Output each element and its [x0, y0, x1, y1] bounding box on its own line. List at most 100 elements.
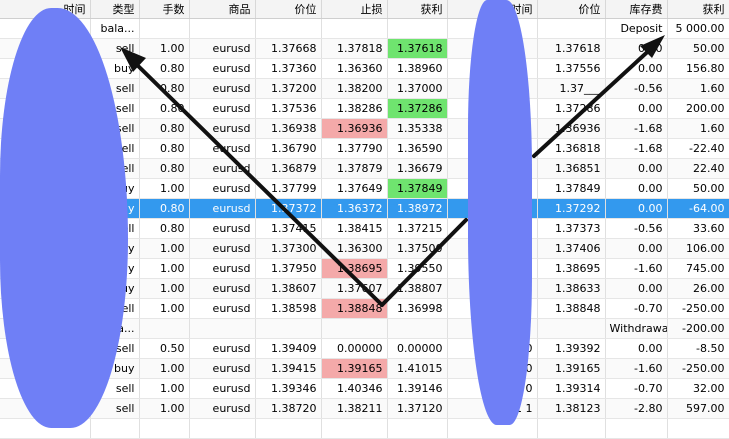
cell-close-price [537, 18, 606, 39]
cell-swap: 0.00 [605, 58, 668, 79]
cell-close-price: 1.39314 [537, 378, 606, 399]
cell-close-price [537, 318, 606, 339]
cell-stop-loss: 1.38415 [321, 218, 388, 239]
cell-price: 1.37415 [255, 218, 322, 239]
cell-close-price: 1.36851 [537, 158, 606, 179]
table-row[interactable]: :06buy0.80eurusd1.373601.363601.389601.3… [0, 58, 729, 79]
cell-lots: 1.00 [139, 278, 190, 299]
cell-symbol: eurusd [189, 98, 256, 119]
cell-take-profit: 1.38972 [387, 198, 448, 219]
cell-symbol: eurusd [189, 178, 256, 199]
cell-profit: 745.00 [667, 258, 729, 279]
cell-stop-loss: 1.37790 [321, 138, 388, 159]
cell-symbol: eurusd [189, 298, 256, 319]
cell-swap: -2.80 [605, 398, 668, 419]
cell-lots: 0.50 [139, 338, 190, 359]
cell-stop-loss: 1.36936 [321, 118, 388, 139]
cell-stop-loss: 1.39165 [321, 358, 388, 379]
cell-close-price: 1.38848 [537, 298, 606, 319]
cell-price: 1.37536 [255, 98, 322, 119]
col-header-stop-loss[interactable]: 止损 [321, 0, 388, 19]
cell-take-profit: 1.37120 [387, 398, 448, 419]
cell-swap: -0.56 [605, 218, 668, 239]
cell-lots: 0.80 [139, 158, 190, 179]
cell-swap: 0.00 [605, 278, 668, 299]
cell-profit: -64.00 [667, 198, 729, 219]
cell-profit: -250.00 [667, 298, 729, 319]
cell-swap: 0.00 [605, 38, 668, 59]
cell-close-price: 1.37849 [537, 178, 606, 199]
cell-stop-loss: 1.37649 [321, 178, 388, 199]
cell-close-price: 1.39392 [537, 338, 606, 359]
cell-profit: -22.40 [667, 138, 729, 159]
cell-profit: 32.00 [667, 378, 729, 399]
cell-profit: 33.60 [667, 218, 729, 239]
col-header-lots[interactable]: 手数 [139, 0, 190, 19]
cell-lots [139, 318, 190, 339]
cell-price: 1.39415 [255, 358, 322, 379]
cell-close-price: 1.37286 [537, 98, 606, 119]
table-row[interactable]: sell 1.00 eurusd 1.37668 1.37818 1.37618 1.376… [0, 38, 729, 59]
col-header-take-profit[interactable]: 获利 [387, 0, 448, 19]
cell-price: 1.37300 [255, 238, 322, 259]
cell-type [90, 418, 140, 439]
cell-close-price: 1.36936 [537, 118, 606, 139]
cell-stop-loss: 1.38286 [321, 98, 388, 119]
cell-swap: 0.00 [605, 238, 668, 259]
cell-take-profit: 1.37618 [387, 38, 448, 59]
cell-close-price [537, 418, 606, 439]
table-row[interactable]: 30:04sell1.00eurusd1.393461.403461.39146… [0, 378, 729, 399]
table-row[interactable]: bala... Deposit 5 000.00 [0, 18, 729, 39]
cell-swap: -1.60 [605, 358, 668, 379]
cell-profit: 106.00 [667, 238, 729, 259]
col-header-symbol[interactable]: 商品 [189, 0, 256, 19]
cell-symbol [189, 318, 256, 339]
col-header-close-price[interactable]: 价位 [537, 0, 606, 19]
cell-close-price: 1.38123 [537, 398, 606, 419]
cell-price: 1.37372 [255, 198, 322, 219]
col-header-type[interactable]: 类型 [90, 0, 140, 19]
cell-take-profit: 1.37286 [387, 98, 448, 119]
cell-swap: -1.68 [605, 138, 668, 159]
cell-take-profit: 1.38807 [387, 278, 448, 299]
cell-profit: 1.60 [667, 78, 729, 99]
col-header-profit[interactable]: 获利 [667, 0, 729, 19]
table-row[interactable] [0, 418, 729, 439]
cell-lots: 0.80 [139, 138, 190, 159]
cell-symbol: eurusd [189, 258, 256, 279]
cell-profit: 50.00 [667, 38, 729, 59]
col-header-swap[interactable]: 库存费 [605, 0, 668, 19]
cell-stop-loss: 1.36360 [321, 58, 388, 79]
cell-lots: 0.80 [139, 218, 190, 239]
cell-close-price: 1.38633 [537, 278, 606, 299]
cell-stop-loss: 0.00000 [321, 338, 388, 359]
table-row[interactable]: 20:05:07sell1.00eurusd1.387201.382111.37… [0, 398, 729, 419]
cell-close-price: 1.37292 [537, 198, 606, 219]
cell-lots: 0.80 [139, 198, 190, 219]
cell-take-profit: 1.35338 [387, 118, 448, 139]
cell-price: 1.36938 [255, 118, 322, 139]
cell-profit: 200.00 [667, 98, 729, 119]
cell-lots [139, 418, 190, 439]
cell-take-profit: 1.36590 [387, 138, 448, 159]
cell-stop-loss [321, 318, 388, 339]
cell-swap: 0.00 [605, 158, 668, 179]
cell-swap: -0.56 [605, 78, 668, 99]
cell-lots: 1.00 [139, 38, 190, 59]
cell-take-profit: 1.39550 [387, 258, 448, 279]
col-header-price[interactable]: 价位 [255, 0, 322, 19]
cell-take-profit: 1.39146 [387, 378, 448, 399]
cell-price: 1.39346 [255, 378, 322, 399]
cell-close-price: 1.37___ [537, 78, 606, 99]
cell-symbol: eurusd [189, 198, 256, 219]
cell-price: 1.38607 [255, 278, 322, 299]
cell-take-profit: 1.36998 [387, 298, 448, 319]
cell-lots: 1.00 [139, 378, 190, 399]
cell-lots: 0.80 [139, 58, 190, 79]
cell-lots [139, 18, 190, 39]
cell-take-profit: 1.38960 [387, 58, 448, 79]
cell-type: bala... [90, 18, 140, 39]
cell-lots: 1.00 [139, 298, 190, 319]
cell-close-price: 1.37556 [537, 58, 606, 79]
cell-symbol: eurusd [189, 338, 256, 359]
